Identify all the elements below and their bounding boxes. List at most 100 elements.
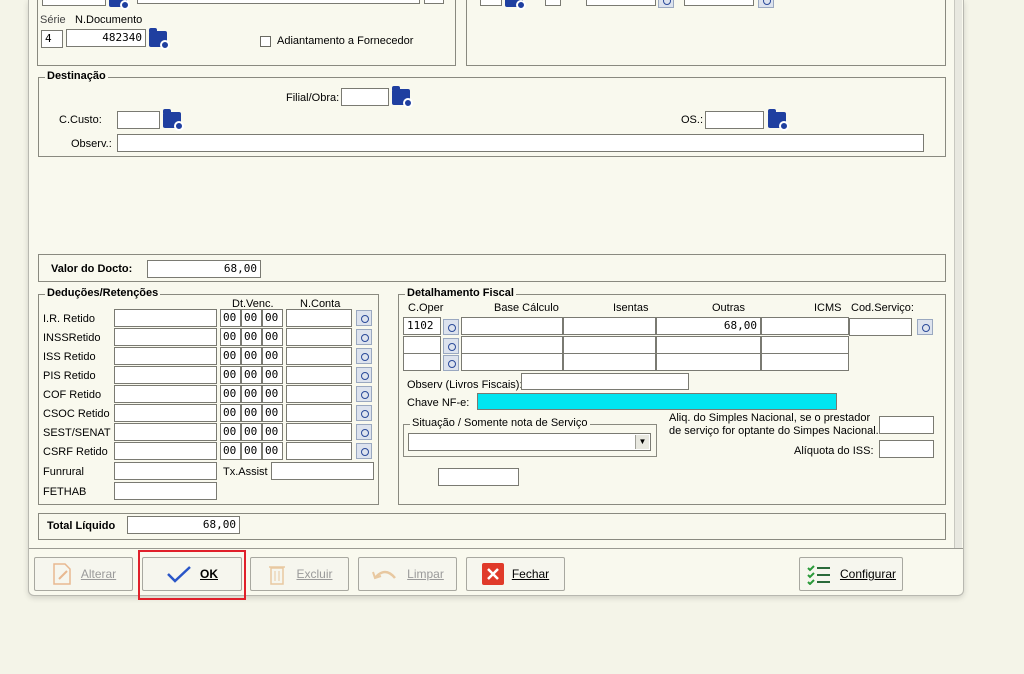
nconta-field[interactable] [286, 328, 352, 346]
nconta-field[interactable] [286, 423, 352, 441]
nconta-lookup-icon[interactable] [356, 310, 372, 326]
simples-aliq-field[interactable] [879, 416, 934, 434]
nconta-lookup-icon[interactable] [356, 405, 372, 421]
dtvenc-year-field[interactable]: 00 [262, 404, 283, 422]
configurar-button[interactable]: Configurar [799, 557, 903, 591]
deducao-value-field[interactable] [114, 404, 217, 422]
icms-field[interactable] [761, 353, 849, 371]
dtvenc-month-field[interactable]: 00 [241, 404, 262, 422]
nconta-lookup-icon[interactable] [356, 386, 372, 402]
outras-field[interactable] [656, 336, 761, 354]
os-field[interactable] [705, 111, 764, 129]
coper-field[interactable] [403, 353, 441, 371]
icms-field[interactable] [761, 336, 849, 354]
dtvenc-year-field[interactable]: 00 [262, 309, 283, 327]
isentas-field[interactable] [563, 317, 656, 335]
vertical-scrollbar[interactable] [954, 0, 962, 548]
funrural-field[interactable] [114, 462, 217, 480]
dtvenc-day-field[interactable]: 00 [220, 385, 241, 403]
situacao-select[interactable]: ▼ [408, 433, 651, 451]
filial-lookup-icon[interactable] [391, 86, 413, 108]
chave-nfe-field[interactable] [477, 393, 837, 410]
ndoc-field[interactable]: 482340 [66, 29, 146, 47]
calendar-icon[interactable] [758, 0, 774, 8]
dtvenc-year-field[interactable]: 00 [262, 423, 283, 441]
date-field[interactable] [684, 0, 754, 6]
nconta-lookup-icon[interactable] [356, 329, 372, 345]
dtvenc-day-field[interactable]: 00 [220, 366, 241, 384]
isentas-field[interactable] [563, 353, 656, 371]
dtvenc-year-field[interactable]: 00 [262, 366, 283, 384]
fechar-button[interactable]: Fechar [466, 557, 565, 591]
deducao-value-field[interactable] [114, 309, 217, 327]
ccusto-field[interactable] [117, 111, 160, 129]
dtvenc-day-field[interactable]: 00 [220, 442, 241, 460]
top-clipped-field[interactable] [137, 0, 420, 4]
base-field[interactable] [461, 336, 563, 354]
dtvenc-month-field[interactable]: 00 [241, 442, 262, 460]
top-clipped-field[interactable] [480, 0, 502, 6]
dtvenc-month-field[interactable]: 00 [241, 385, 262, 403]
outras-field[interactable] [656, 353, 761, 371]
observ-field[interactable] [117, 134, 924, 152]
filial-field[interactable] [341, 88, 389, 106]
deducao-value-field[interactable] [114, 347, 217, 365]
adiantamento-checkbox[interactable] [260, 36, 271, 47]
dtvenc-day-field[interactable]: 00 [220, 328, 241, 346]
deducao-value-field[interactable] [114, 423, 217, 441]
coper-field[interactable] [403, 336, 441, 354]
serie-field[interactable]: 4 [41, 30, 63, 48]
dtvenc-month-field[interactable]: 00 [241, 328, 262, 346]
codserv-lookup-icon[interactable] [917, 319, 933, 335]
valor-field[interactable]: 68,00 [147, 260, 261, 278]
dtvenc-year-field[interactable]: 00 [262, 347, 283, 365]
nconta-field[interactable] [286, 309, 352, 327]
ccusto-lookup-icon[interactable] [162, 109, 184, 131]
excluir-button[interactable]: Excluir [250, 557, 349, 591]
aliq-iss-field[interactable] [879, 440, 934, 458]
deducao-value-field[interactable] [114, 442, 217, 460]
nconta-lookup-icon[interactable] [356, 367, 372, 383]
fethab-field[interactable] [114, 482, 217, 500]
calendar-icon[interactable] [658, 0, 674, 8]
base-field[interactable] [461, 317, 563, 335]
date-field[interactable] [586, 0, 656, 6]
nconta-lookup-icon[interactable] [356, 443, 372, 459]
limpar-button[interactable]: Limpar [358, 557, 457, 591]
dtvenc-month-field[interactable]: 00 [241, 309, 262, 327]
nconta-lookup-icon[interactable] [356, 348, 372, 364]
nconta-lookup-icon[interactable] [356, 424, 372, 440]
top-clipped-field[interactable] [545, 0, 561, 6]
coper-lookup-icon[interactable] [443, 338, 459, 354]
deducao-value-field[interactable] [114, 385, 217, 403]
dtvenc-day-field[interactable]: 00 [220, 404, 241, 422]
deducao-value-field[interactable] [114, 328, 217, 346]
os-lookup-icon[interactable] [767, 109, 789, 131]
nconta-field[interactable] [286, 366, 352, 384]
dtvenc-day-field[interactable]: 00 [220, 347, 241, 365]
dtvenc-month-field[interactable]: 00 [241, 366, 262, 384]
dtvenc-month-field[interactable]: 00 [241, 347, 262, 365]
top-clipped-field[interactable] [42, 0, 106, 6]
top-clipped-field[interactable] [424, 0, 444, 4]
nconta-field[interactable] [286, 347, 352, 365]
icms-field[interactable] [761, 317, 849, 335]
dtvenc-year-field[interactable]: 00 [262, 328, 283, 346]
coper-lookup-icon[interactable] [443, 355, 459, 371]
nconta-field[interactable] [286, 442, 352, 460]
nconta-field[interactable] [286, 404, 352, 422]
outras-field[interactable]: 68,00 [656, 317, 761, 335]
nconta-field[interactable] [286, 385, 352, 403]
ndoc-lookup-icon[interactable] [148, 28, 170, 50]
isentas-field[interactable] [563, 336, 656, 354]
observ-fiscal-field[interactable] [521, 373, 689, 390]
alterar-button[interactable]: Alterar [34, 557, 133, 591]
base-field[interactable] [461, 353, 563, 371]
dtvenc-month-field[interactable]: 00 [241, 423, 262, 441]
codserv-field[interactable] [849, 318, 912, 336]
dtvenc-year-field[interactable]: 00 [262, 385, 283, 403]
chevron-down-icon[interactable]: ▼ [635, 435, 649, 449]
dtvenc-day-field[interactable]: 00 [220, 309, 241, 327]
coper-field[interactable]: 1102 [403, 317, 441, 335]
coper-lookup-icon[interactable] [443, 319, 459, 335]
